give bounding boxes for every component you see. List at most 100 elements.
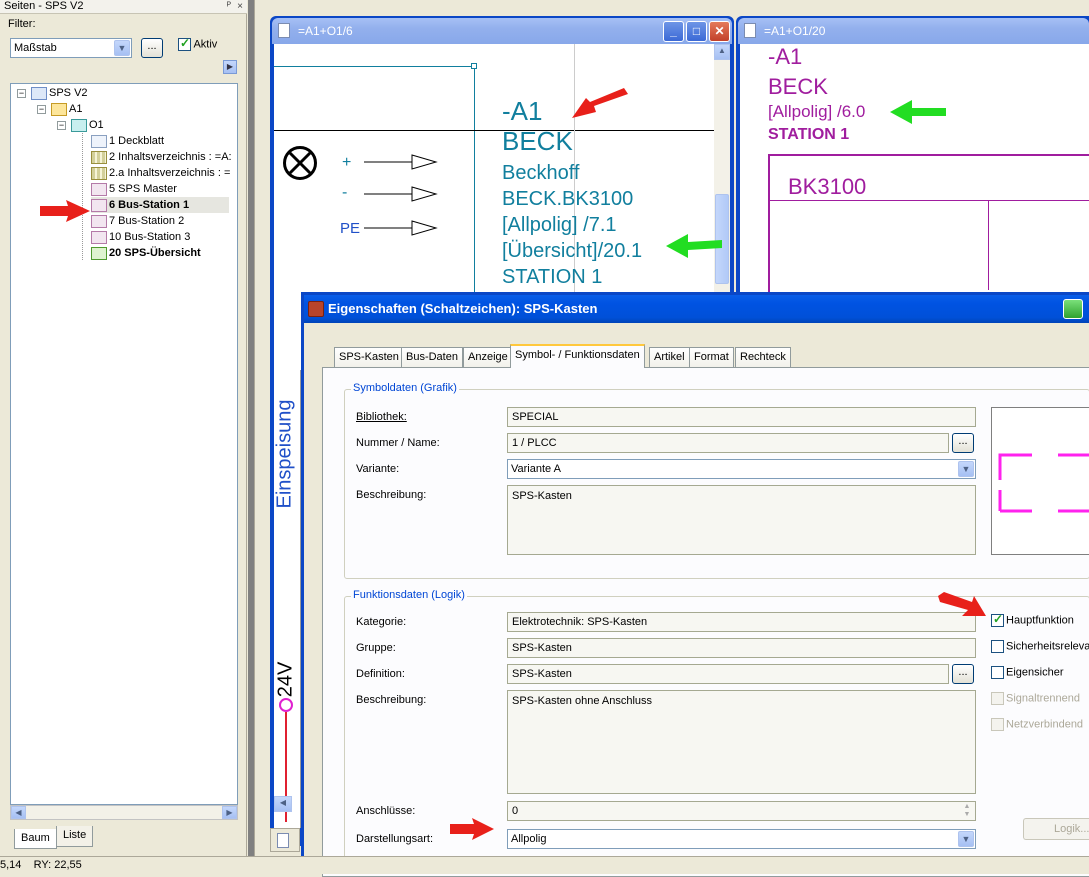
app-icon — [308, 301, 324, 317]
page-tree: − − − SPS V2 A1 O1 1 Deckblatt 2 Inhaltsverz… — [10, 83, 238, 805]
collapse-icon[interactable]: − — [57, 121, 66, 130]
scroll-left-icon[interactable]: ◀ — [274, 796, 296, 814]
tree-item[interactable]: O1 — [71, 117, 104, 133]
number-browse-button[interactable]: ... — [952, 433, 974, 453]
dialog-action-icon[interactable] — [1063, 299, 1083, 319]
status-bar: 5,14 RY: 22,55 — [0, 856, 1089, 874]
panel-title-text: Seiten - SPS V2 — [4, 0, 84, 12]
tree-item[interactable]: SPS V2 — [31, 85, 88, 101]
feed-label: Einspeisung — [273, 399, 296, 509]
chevron-down-icon[interactable]: ▼ — [114, 40, 130, 56]
tree-item[interactable]: 7 Bus-Station 2 — [91, 213, 184, 229]
plc-box-label: BK3100 — [788, 174, 867, 199]
category-label: Kategorie: — [356, 616, 407, 628]
tab-rechteck[interactable]: Rechteck — [735, 347, 791, 367]
device-ref-allpolig: [Allpolig] /6.0 — [768, 102, 866, 121]
checkbox-icon[interactable] — [991, 666, 1004, 679]
window-title: =A1+O1/6 — [298, 24, 353, 38]
active-label: Aktiv — [193, 38, 218, 51]
checkbox-icon[interactable] — [991, 612, 1004, 627]
window-title-bar[interactable]: =A1+O1/6 _ □ ✕ — [272, 18, 732, 44]
variant-select[interactable]: Variante A ▼ — [507, 459, 976, 479]
tab-list[interactable]: Liste — [56, 826, 94, 847]
main-function-checkbox[interactable]: Hauptfunktion — [991, 612, 1074, 627]
chevron-down-icon[interactable]: ▼ — [958, 831, 974, 847]
sps-icon — [31, 86, 47, 100]
voltage-label: 24V — [274, 661, 297, 698]
document-icon — [744, 23, 756, 38]
safety-relevant-checkbox[interactable]: Sicherheitsrelevant — [991, 640, 1089, 653]
tree-item-label: SPS V2 — [49, 87, 88, 99]
properties-dialog: Eigenschaften (Schaltzeichen): SPS-Kaste… — [301, 292, 1089, 877]
tree-item-label: 10 Bus-Station 3 — [109, 231, 191, 243]
tree-item[interactable]: A1 — [51, 101, 82, 117]
scroll-up-icon[interactable]: ▲ — [714, 44, 730, 60]
status-coordinates: 5,14 RY: 22,55 — [0, 859, 82, 871]
definition-browse-button[interactable]: ... — [952, 664, 974, 684]
symbol-description-field: SPS-Kasten — [507, 485, 976, 555]
tab-symbol-funktionsdaten[interactable]: Symbol- / Funktionsdaten — [510, 344, 645, 368]
tree-item[interactable]: 5 SPS Master — [91, 181, 177, 197]
symbol-preview — [991, 407, 1089, 555]
checkbox-icon[interactable] — [991, 640, 1004, 653]
filter-combo[interactable]: Maßstab ▼ — [10, 38, 132, 58]
minimize-button[interactable]: _ — [663, 21, 684, 42]
maximize-button[interactable]: □ — [686, 21, 707, 42]
tree-item-label: A1 — [69, 103, 83, 115]
scroll-right-icon[interactable]: ▶ — [222, 806, 237, 819]
group-title: Symboldaten (Grafik) — [351, 382, 459, 394]
tree-item-label: 1 Deckblatt — [109, 135, 165, 147]
spin-icon: ▲ ▼ — [963, 803, 971, 818]
tab-sps-kasten[interactable]: SPS-Kasten — [334, 347, 404, 367]
device-ref-allpolig: [Allpolig] /7.1 — [502, 214, 617, 236]
dialog-title-bar[interactable]: Eigenschaften (Schaltzeichen): SPS-Kaste… — [304, 295, 1089, 323]
chevron-down-icon[interactable]: ▼ — [958, 461, 974, 477]
signal-separating-checkbox: Signaltrennend — [991, 692, 1080, 705]
tab-bus-daten[interactable]: Bus-Daten — [401, 347, 463, 367]
tree-item[interactable]: 20 SPS-Übersicht — [91, 245, 201, 261]
minus-label: - — [342, 184, 348, 201]
close-icon[interactable]: × — [237, 0, 243, 13]
scroll-left-icon[interactable]: ◀ — [11, 806, 26, 819]
tree-item[interactable]: 1 Deckblatt — [91, 133, 164, 149]
active-checkbox[interactable]: Aktiv — [178, 36, 218, 51]
collapse-icon[interactable]: − — [37, 105, 46, 114]
plus-label: + — [342, 154, 352, 171]
tree-item[interactable]: 6 Bus-Station 1 — [91, 197, 230, 213]
tree-item-label: 20 SPS-Übersicht — [109, 247, 201, 259]
collapse-icon[interactable]: − — [17, 89, 26, 98]
variant-value: Variante A — [511, 463, 561, 475]
tab-artikel[interactable]: Artikel — [649, 347, 690, 367]
pages-panel: Seiten - SPS V2 ᴾ × Filter: Maßstab ▼ ..… — [0, 0, 247, 856]
panel-title: Seiten - SPS V2 ᴾ × — [0, 0, 247, 14]
display-type-select[interactable]: Allpolig ▼ — [507, 829, 976, 849]
tab-anzeige[interactable]: Anzeige — [463, 347, 513, 367]
connections-value: 0 — [512, 805, 519, 817]
play-icon[interactable]: ▶ — [223, 60, 237, 74]
circuit-icon — [91, 214, 107, 228]
lamp-symbol-icon — [283, 146, 317, 180]
document-icon[interactable] — [277, 833, 289, 848]
tab-tree[interactable]: Baum — [14, 829, 57, 849]
function-description-label: Beschreibung: — [356, 694, 427, 706]
definition-field: SPS-Kasten — [507, 664, 949, 684]
display-type-value: Allpolig — [511, 833, 547, 845]
tab-format[interactable]: Format — [689, 347, 734, 367]
device-tag: -A1 — [502, 96, 543, 126]
pin-icon[interactable]: ᴾ — [227, 0, 231, 13]
filter-more-button[interactable]: ... — [141, 38, 163, 58]
number-field: 1 / PLCC — [507, 433, 949, 453]
device-name: BECK — [502, 126, 573, 156]
definition-label: Definition: — [356, 668, 405, 680]
red-arrow-icon — [40, 200, 90, 222]
checkbox-icon[interactable] — [178, 36, 191, 51]
tree-item[interactable]: 10 Bus-Station 3 — [91, 229, 190, 245]
window-title-bar[interactable]: =A1+O1/20 — [738, 18, 1089, 44]
tree-item[interactable]: 2 Inhaltsverzeichnis : =A: — [91, 149, 232, 165]
device-ref-overview: [Übersicht]/20.1 — [502, 240, 643, 262]
tree-item[interactable]: 2.a Inhaltsverzeichnis : = — [91, 165, 230, 181]
intrinsically-safe-checkbox[interactable]: Eigensicher — [991, 666, 1063, 679]
tree-horizontal-scrollbar[interactable]: ◀ ▶ — [10, 805, 238, 820]
close-button[interactable]: ✕ — [709, 21, 730, 42]
checkbox-icon — [991, 692, 1004, 705]
